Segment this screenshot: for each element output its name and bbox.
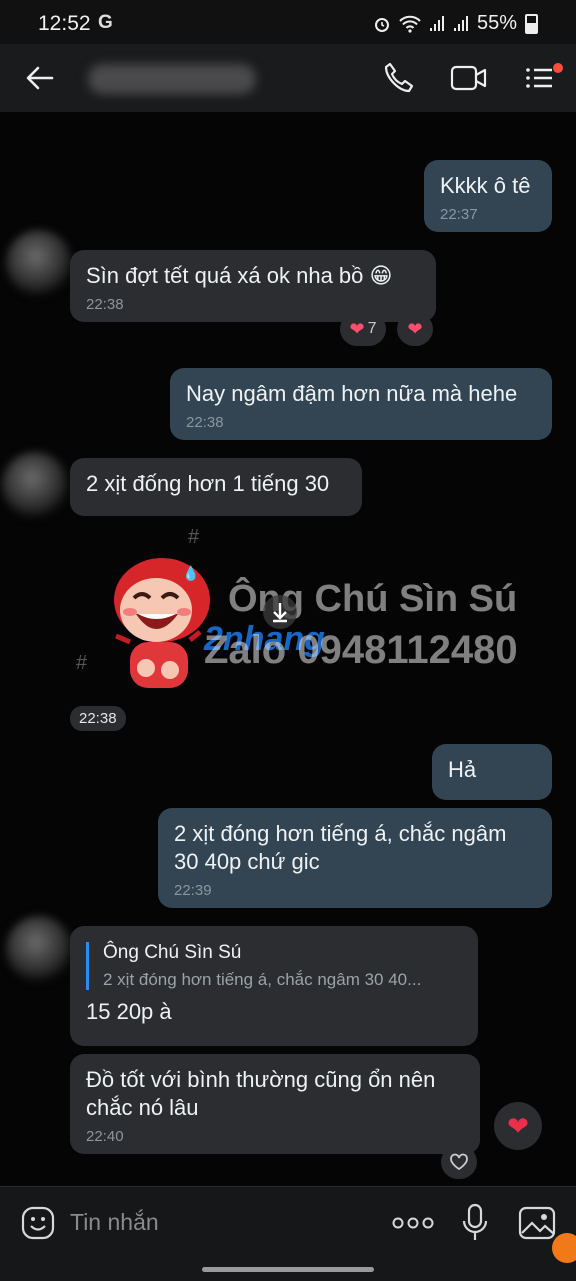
- wifi-icon: [399, 15, 421, 33]
- heart-icon: ❤: [349, 318, 365, 339]
- video-call-icon[interactable]: [450, 64, 488, 92]
- avatar[interactable]: [6, 916, 72, 982]
- message-bubble-incoming[interactable]: Đồ tốt với bình thường cũng ổn nên chắc …: [70, 1054, 480, 1154]
- svg-text:💧: 💧: [182, 565, 199, 582]
- g-icon: G: [98, 12, 113, 33]
- emoji-icon[interactable]: [20, 1205, 56, 1241]
- react-button[interactable]: [441, 1145, 477, 1179]
- message-bubble-outgoing[interactable]: 2 xịt đóng hơn tiếng á, chắc ngâm 30 40p…: [158, 808, 552, 908]
- message-text: Nay ngâm đậm hơn nữa mà hehe: [186, 381, 518, 406]
- battery-percent: 55%: [476, 12, 517, 34]
- floating-badge[interactable]: [552, 1233, 576, 1263]
- alarm-icon: [374, 17, 389, 32]
- home-indicator: [202, 1267, 374, 1272]
- message-text: 2 xịt đống hơn 1 tiếng 30: [86, 471, 330, 496]
- reply-quote[interactable]: Ông Chú Sìn Sú 2 xịt đóng hơn tiếng á, c…: [86, 942, 462, 990]
- image-gallery-icon[interactable]: [518, 1205, 556, 1241]
- message-text: Kkkk ô tê: [440, 173, 531, 198]
- message-time: 22:39: [174, 882, 212, 899]
- message-time: 22:38: [70, 706, 126, 731]
- react-button[interactable]: ❤: [397, 312, 433, 346]
- hash-decoration: #: [188, 526, 200, 548]
- watermark-phone: Zalo 0948112480: [204, 628, 518, 672]
- status-icons: 55%: [373, 12, 538, 35]
- message-bubble-outgoing[interactable]: Nay ngâm đậm hơn nữa mà hehe 22:38: [170, 368, 552, 440]
- message-text: Sìn đợt tết quá xá ok nha bồ 😁: [86, 263, 393, 288]
- message-text: 15 20p à: [86, 999, 172, 1024]
- signal-icon-2: [453, 15, 468, 31]
- message-text: Đồ tốt với bình thường cũng ổn nên chắc …: [86, 1067, 436, 1120]
- signal-icon: [429, 15, 444, 31]
- heart-icon: ❤: [507, 1110, 529, 1141]
- quote-author: Ông Chú Sìn Sú: [103, 942, 242, 963]
- chat-header: [0, 44, 576, 112]
- message-time: 22:38: [86, 296, 124, 313]
- message-composer: Tin nhắn: [0, 1186, 576, 1281]
- battery-icon: [525, 13, 538, 34]
- message-time: 22:38: [186, 414, 224, 431]
- quote-text: 2 xịt đóng hơn tiếng á, chắc ngâm 30 40.…: [103, 970, 422, 989]
- message-bubble-incoming[interactable]: Ông Chú Sìn Sú 2 xịt đóng hơn tiếng á, c…: [70, 926, 478, 1046]
- quick-heart-button[interactable]: ❤: [494, 1102, 542, 1150]
- download-icon[interactable]: [262, 594, 298, 630]
- avatar[interactable]: [6, 230, 72, 296]
- message-bubble-incoming[interactable]: 2 xịt đống hơn 1 tiếng 30: [70, 458, 362, 516]
- microphone-icon[interactable]: [462, 1203, 488, 1243]
- contact-name-blurred[interactable]: [88, 64, 256, 94]
- reaction-count: 7: [367, 320, 377, 337]
- heart-outline-icon: [450, 1153, 468, 1171]
- hash-decoration: #: [76, 652, 88, 674]
- message-bubble-outgoing[interactable]: Kkkk ô tê 22:37: [424, 160, 552, 232]
- more-options-icon[interactable]: [392, 1217, 434, 1229]
- message-bubble-incoming[interactable]: Sìn đợt tết quá xá ok nha bồ 😁 22:38: [70, 250, 436, 322]
- message-bubble-outgoing[interactable]: Hả: [432, 744, 552, 800]
- arrow-left-icon[interactable]: [24, 62, 56, 94]
- message-time: 22:37: [440, 206, 478, 223]
- heart-icon: ❤: [407, 318, 423, 339]
- avatar[interactable]: [2, 452, 68, 518]
- phone-icon[interactable]: [382, 61, 414, 95]
- status-time: 12:52: [38, 12, 91, 35]
- message-input[interactable]: Tin nhắn: [70, 1209, 159, 1236]
- message-text: 2 xịt đóng hơn tiếng á, chắc ngâm 30 40p…: [174, 821, 507, 874]
- message-time: 22:40: [86, 1128, 124, 1145]
- reaction-summary[interactable]: ❤ 7: [340, 312, 386, 346]
- status-bar: 12:52 G 55%: [0, 0, 576, 44]
- message-text: Hả: [448, 757, 477, 782]
- menu-icon[interactable]: [522, 62, 566, 94]
